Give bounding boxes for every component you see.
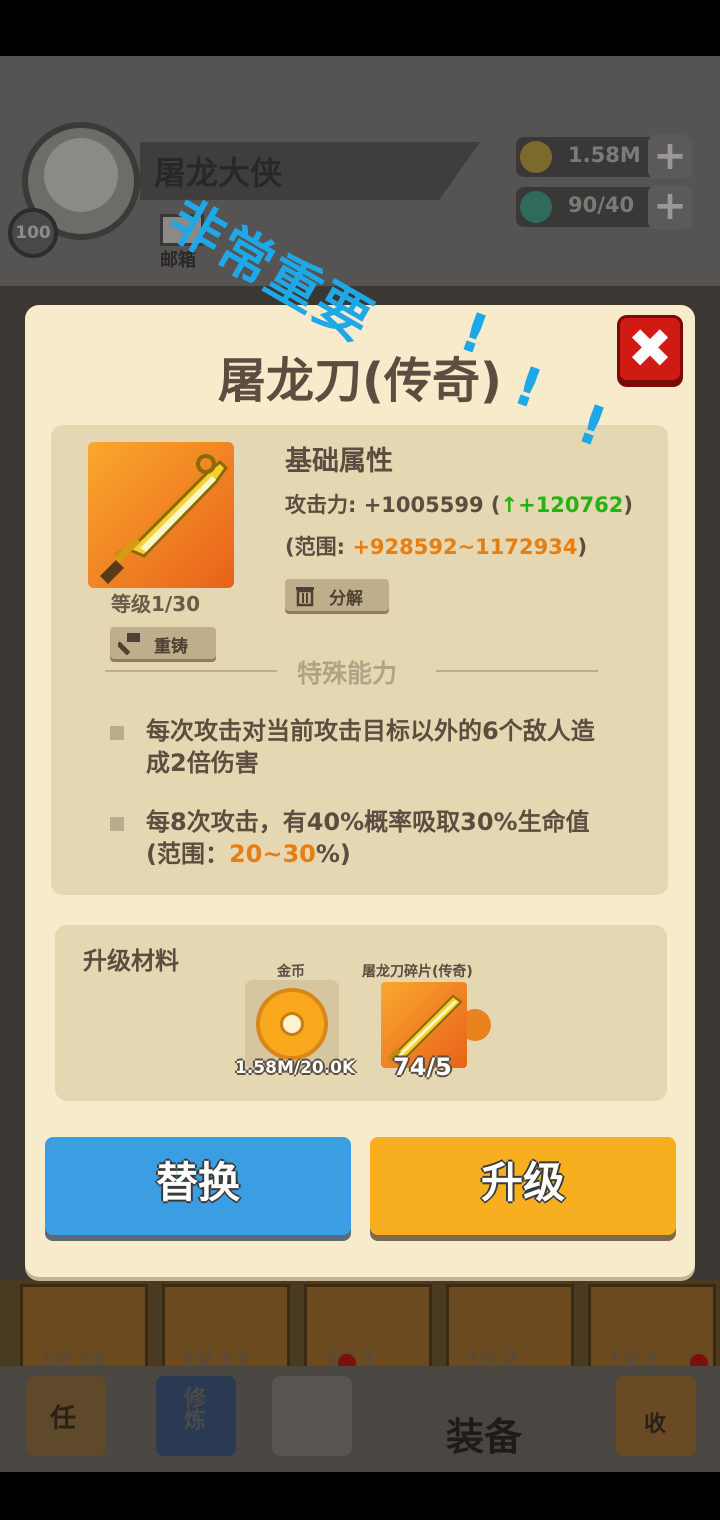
- recast-label: 重铸: [154, 637, 188, 657]
- mask-face-icon: [44, 138, 118, 212]
- gold-coin-icon: [520, 141, 552, 173]
- upgrade-materials-panel: 升级材料 金币 1.58M/20.0K 屠龙刀碎片(传奇) 74/5: [55, 925, 667, 1101]
- bottom-nav: [0, 1366, 720, 1472]
- ability-2: 每8次攻击，有40%概率吸取30%生命值(范围：20~30%): [146, 806, 616, 870]
- equipment-card[interactable]: LV.1: [304, 1284, 432, 1373]
- coin-label: 金币: [277, 964, 305, 980]
- attack-suffix: ): [623, 493, 633, 517]
- attack-stat: 攻击力: +1005599 (↑+120762): [285, 489, 633, 519]
- bullet-icon: [110, 817, 124, 831]
- special-abilities-title: 特殊能力: [297, 659, 398, 688]
- range-suffix: ): [577, 535, 588, 559]
- nav-collect-icon[interactable]: 收: [616, 1376, 696, 1456]
- close-button[interactable]: ✖: [617, 315, 683, 383]
- nav-training-icon[interactable]: 修炼: [156, 1376, 236, 1456]
- coin-material[interactable]: [245, 980, 339, 1070]
- dragon-saber-icon: [88, 442, 234, 588]
- item-level: 等级1/30: [111, 592, 201, 616]
- nav-equipment-label[interactable]: 装备: [446, 1406, 522, 1461]
- replace-label: 替换: [155, 1158, 240, 1207]
- coin-hole: [280, 1012, 304, 1036]
- system-nav-bar: [0, 1472, 720, 1520]
- close-icon: ✖: [627, 317, 673, 380]
- base-attributes-title: 基础属性: [285, 446, 393, 477]
- materials-title: 升级材料: [83, 947, 179, 975]
- attack-label: 攻击力: +1005599 (: [285, 493, 501, 517]
- attack-bonus: ↑+120762: [500, 493, 624, 517]
- status-bar: [0, 0, 720, 56]
- gem-amount: 90/40: [568, 193, 635, 217]
- replace-button[interactable]: 替换: [45, 1137, 351, 1235]
- recast-button[interactable]: 重铸: [110, 627, 216, 659]
- gem-counter: 90/40 +: [516, 185, 692, 229]
- range-label: (范围:: [285, 535, 353, 559]
- gem-icon: [520, 191, 552, 223]
- shard-count: 74/5: [393, 1053, 452, 1081]
- equipment-card[interactable]: LV.2: [446, 1284, 574, 1373]
- coin-count: 1.58M/20.0K: [235, 1058, 356, 1078]
- player-name: 屠龙大侠: [154, 154, 283, 192]
- upgrade-button[interactable]: 升级: [370, 1137, 676, 1235]
- nav-training-label: 修炼: [180, 1386, 205, 1430]
- player-level-badge: 100: [8, 208, 58, 258]
- attack-range: (范围: +928592~1172934): [285, 531, 587, 561]
- nav-battle-icon[interactable]: [272, 1376, 352, 1456]
- item-info-panel: 等级1/30 重铸 分解 基础属性 攻击力: +1005599 (↑+12076…: [51, 425, 668, 895]
- gold-coin-icon: [256, 988, 328, 1060]
- ability-2-range: 20~30: [228, 840, 316, 868]
- equipment-card[interactable]: LV.13: [162, 1284, 290, 1373]
- decompose-button[interactable]: 分解: [285, 579, 389, 611]
- nav-tasks-icon[interactable]: 任: [26, 1376, 106, 1456]
- add-gold-button[interactable]: +: [648, 135, 692, 179]
- hammer-icon: [118, 633, 140, 655]
- gold-counter: 1.58M +: [516, 135, 692, 179]
- range-value: +928592~1172934: [352, 535, 578, 559]
- add-gem-button[interactable]: +: [648, 185, 692, 229]
- equipment-card[interactable]: LV.16: [20, 1284, 148, 1373]
- ability-2-text: 每8次攻击，有40%概率吸取30%生命值(范围：: [146, 808, 590, 868]
- ability-1: 每次攻击对当前攻击目标以外的6个敌人造成2倍伤害: [146, 717, 595, 777]
- nav-tasks-label: 任: [50, 1404, 77, 1434]
- gold-amount: 1.58M: [568, 143, 641, 167]
- trash-icon: [296, 587, 314, 607]
- upgrade-label: 升级: [480, 1158, 565, 1207]
- ability-2-suffix: %): [315, 840, 351, 868]
- nav-collect-label: 收: [644, 1412, 667, 1437]
- decompose-label: 分解: [329, 589, 363, 609]
- bullet-icon: [110, 726, 124, 740]
- shard-label: 屠龙刀碎片(传奇): [362, 964, 473, 980]
- divider: [436, 670, 598, 672]
- divider: [105, 670, 277, 672]
